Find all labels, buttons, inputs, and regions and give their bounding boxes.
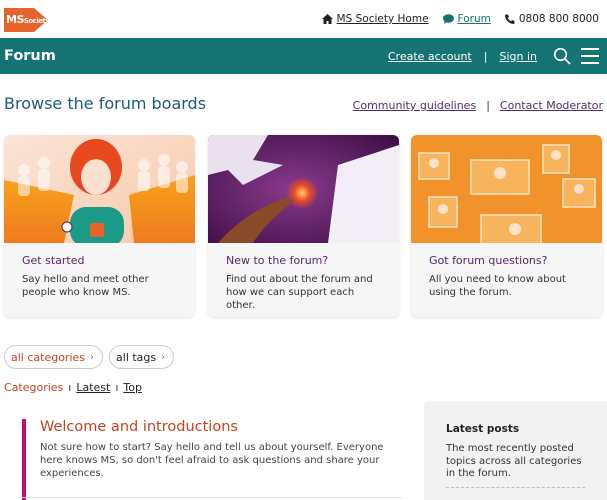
browse-header: Browse the forum boards Community guidel…	[0, 94, 607, 116]
chat-icon	[442, 14, 454, 24]
tab-categories[interactable]: Categories	[4, 381, 63, 394]
latest-posts-divider	[446, 486, 585, 488]
all-tags-dropdown[interactable]: all tags ›	[109, 345, 175, 369]
forum-questions-illustration	[411, 135, 602, 243]
card-title: Get started	[22, 254, 85, 267]
all-categories-dropdown[interactable]: all categories ›	[4, 345, 104, 369]
card-title: New to the forum?	[226, 254, 329, 267]
category-title-link[interactable]: Welcome and introductions	[40, 419, 402, 435]
get-started-illustration	[4, 135, 195, 243]
forum-link[interactable]: Forum	[442, 13, 491, 25]
page-title: Browse the forum boards	[4, 94, 207, 113]
tab-top[interactable]: Top	[123, 381, 142, 394]
ms-society-home-label: MS Society Home	[336, 13, 429, 25]
category-divider	[22, 497, 402, 498]
latest-posts-panel: Latest posts The most recently posted to…	[424, 401, 607, 500]
ms-society-home-link[interactable]: MS Society Home	[321, 13, 429, 25]
top-links: MS Society Home Forum 0808 800 8000	[321, 13, 599, 25]
tab-latest[interactable]: Latest	[76, 381, 110, 394]
top-header: MSSociety MS Society Home Forum 0808 800…	[0, 0, 607, 38]
sign-in-link[interactable]: Sign in	[499, 50, 537, 63]
forum-title[interactable]: Forum	[4, 48, 56, 64]
card-description: Find out about the forum and how we can …	[226, 274, 373, 311]
community-guidelines-link[interactable]: Community guidelines	[353, 99, 477, 112]
browse-separator: |	[486, 99, 490, 112]
all-tags-label: all tags	[116, 350, 157, 364]
card-forum-questions[interactable]: Got forum questions? All you need to kno…	[411, 135, 602, 317]
new-to-forum-illustration	[208, 135, 399, 243]
phone-icon	[504, 14, 515, 24]
category-welcome: Welcome and introductions Not sure how t…	[22, 419, 402, 500]
latest-posts-title: Latest posts	[446, 423, 520, 435]
logo-small-text: Society	[23, 17, 50, 25]
card-description: All you need to know about using the for…	[429, 274, 566, 298]
logo-text: MS	[6, 13, 24, 26]
tab-divider: ı	[68, 381, 72, 394]
phone-number: 0808 800 8000	[518, 13, 599, 25]
browse-links: Community guidelines | Contact Moderator	[353, 99, 603, 112]
create-account-link[interactable]: Create account	[388, 50, 472, 63]
ms-society-logo[interactable]: MSSociety	[4, 4, 50, 34]
tab-divider: ı	[115, 381, 119, 394]
hamburger-menu-icon[interactable]	[581, 48, 599, 64]
search-icon[interactable]	[553, 47, 571, 65]
card-get-started[interactable]: Get started Say hello and meet other peo…	[4, 135, 195, 317]
chevron-right-icon: ›	[90, 351, 95, 363]
contact-moderator-link[interactable]: Contact Moderator	[500, 99, 603, 112]
nav-actions: Create account | Sign in	[388, 47, 599, 65]
card-description: Say hello and meet other people who know…	[22, 274, 149, 298]
home-icon	[321, 14, 333, 24]
category-cards: Get started Say hello and meet other peo…	[4, 135, 604, 317]
card-title: Got forum questions?	[429, 254, 548, 267]
forum-nav-bar: Forum Create account | Sign in	[0, 38, 607, 74]
category-description: Not sure how to start? Say hello and tel…	[40, 442, 384, 479]
card-new-to-forum[interactable]: New to the forum? Find out about the for…	[208, 135, 399, 317]
chevron-right-icon: ›	[161, 351, 166, 363]
forum-link-label: Forum	[457, 13, 491, 25]
list-tabs: Categories ı Latest ı Top	[4, 381, 142, 394]
latest-posts-description: The most recently posted topics across a…	[446, 443, 582, 479]
filter-bar: all categories › all tags ›	[4, 345, 175, 369]
all-categories-label: all categories	[11, 350, 86, 364]
phone-link[interactable]: 0808 800 8000	[504, 13, 599, 25]
nav-separator: |	[483, 49, 488, 63]
